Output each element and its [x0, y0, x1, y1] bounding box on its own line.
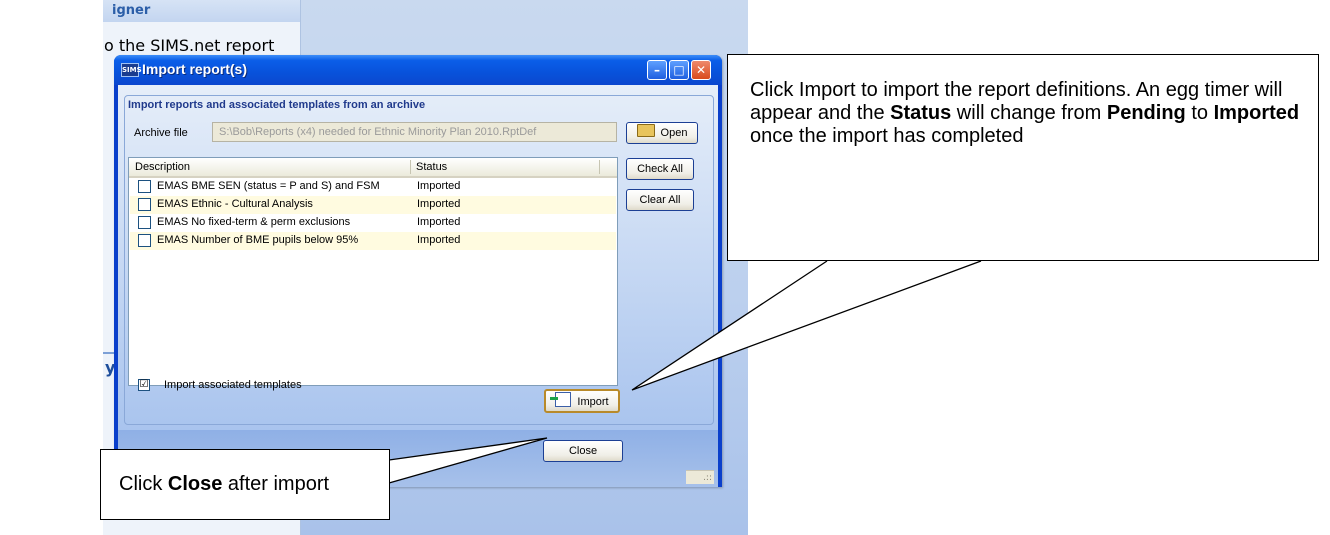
background-title-fragment: igner [112, 3, 151, 18]
open-button[interactable]: Open [626, 122, 698, 144]
row-status: Imported [417, 198, 461, 210]
import-templates-label[interactable]: Import associated templates [164, 379, 302, 391]
row-description: EMAS Number of BME pupils below 95% [157, 234, 359, 246]
column-separator[interactable] [599, 160, 600, 174]
callout-text: to [1185, 102, 1214, 124]
archive-file-label: Archive file [134, 127, 188, 139]
list-row[interactable]: EMAS No fixed-term & perm exclusions Imp… [130, 214, 616, 232]
close-instruction-callout: Click Close after import [100, 449, 390, 520]
row-checkbox[interactable] [138, 198, 151, 211]
open-button-label: Open [660, 127, 688, 139]
row-description: EMAS BME SEN (status = P and S) and FSM [157, 180, 380, 192]
row-checkbox[interactable] [138, 216, 151, 229]
list-row[interactable]: EMAS BME SEN (status = P and S) and FSM … [130, 178, 616, 196]
group-caption: Import reports and associated templates … [128, 99, 426, 111]
column-header-status[interactable]: Status [416, 161, 447, 173]
callout-bold-imported: Imported [1213, 102, 1300, 124]
import-reports-dialog: SIMS Import report(s) – □ ✕ Import repor… [114, 55, 722, 487]
row-description: EMAS Ethnic - Cultural Analysis [157, 198, 313, 210]
callout-text: will change from [951, 102, 1107, 124]
row-checkbox[interactable] [138, 234, 151, 247]
clear-all-button[interactable]: Clear All [626, 189, 694, 211]
dialog-title: Import report(s) [142, 61, 247, 77]
background-text-fragment: o the SIMS.net report [104, 36, 275, 55]
dialog-body: Import reports and associated templates … [118, 85, 718, 487]
archive-file-field[interactable]: S:\Bob\Reports (x4) needed for Ethnic Mi… [212, 122, 617, 142]
callout-text: Click [119, 473, 168, 495]
list-row[interactable]: EMAS Number of BME pupils below 95% Impo… [130, 232, 616, 250]
import-templates-checkbox[interactable]: ☑ [138, 379, 150, 391]
import-button-label: Import [577, 396, 609, 408]
column-separator[interactable] [410, 160, 411, 174]
callout-bold-status: Status [890, 102, 952, 124]
callout-bold-close: Close [167, 473, 223, 495]
list-row[interactable]: EMAS Ethnic - Cultural Analysis Imported [130, 196, 616, 214]
sims-app-icon: SIMS [121, 63, 142, 77]
import-icon [550, 392, 572, 407]
import-instruction-callout: Click Import to import the report defini… [727, 54, 1319, 261]
minimize-icon[interactable]: – [647, 60, 667, 80]
reports-list[interactable]: Description Status EMAS BME SEN (status … [128, 157, 618, 386]
row-checkbox[interactable] [138, 180, 151, 193]
row-status: Imported [417, 234, 461, 246]
column-header-description[interactable]: Description [135, 161, 190, 173]
callout-text: once the import has completed [750, 125, 1024, 147]
open-folder-icon [636, 124, 655, 137]
import-button[interactable]: Import [544, 389, 620, 413]
callout-text: after import [222, 473, 330, 495]
dialog-titlebar[interactable]: SIMS Import report(s) – □ ✕ [114, 55, 722, 85]
close-window-icon[interactable]: ✕ [691, 60, 711, 80]
resize-grip-icon[interactable]: .:: [686, 470, 714, 484]
maximize-icon[interactable]: □ [669, 60, 689, 80]
row-description: EMAS No fixed-term & perm exclusions [157, 216, 351, 228]
check-all-button[interactable]: Check All [626, 158, 694, 180]
list-header: Description Status [129, 158, 617, 178]
close-button[interactable]: Close [543, 440, 623, 462]
row-status: Imported [417, 216, 461, 228]
row-status: Imported [417, 180, 461, 192]
callout-bold-pending: Pending [1106, 102, 1186, 124]
